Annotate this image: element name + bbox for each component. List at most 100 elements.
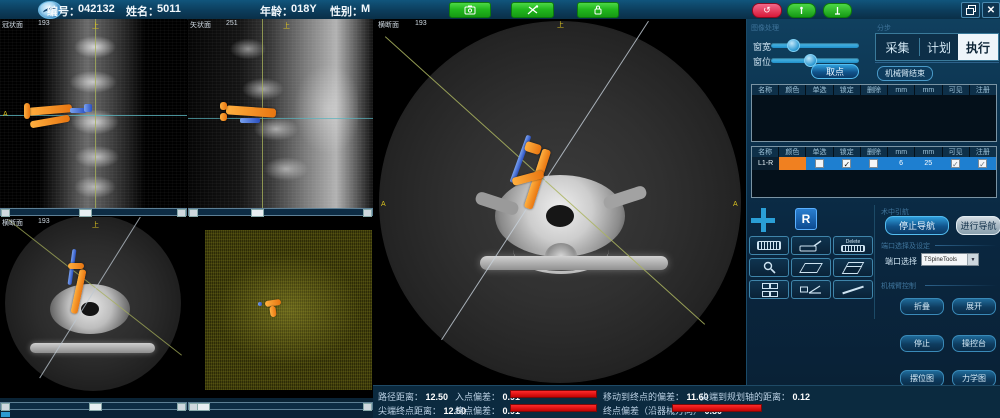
axial-view-panel[interactable]: 横断面 193 上	[0, 217, 187, 398]
scroll-handle[interactable]	[251, 209, 264, 217]
sagittal-slice-scrollbar[interactable]	[188, 208, 373, 216]
reset-view-button[interactable]: R	[795, 208, 817, 230]
dropdown-arrow-icon[interactable]: ▼	[967, 254, 978, 265]
tip-end-distance: 尖端终点距离： 12.50	[378, 404, 466, 417]
screw-delete-cell[interactable]	[860, 157, 887, 170]
window-width-slider[interactable]	[771, 43, 859, 48]
tab-plan[interactable]: 计划	[920, 34, 958, 60]
screwdriver-tool-button[interactable]	[791, 236, 831, 255]
console-button[interactable]: 操控台	[952, 335, 996, 352]
robot-arm-end-button[interactable]: 机械臂结束	[877, 66, 933, 81]
scroll-handle[interactable]	[79, 209, 92, 217]
scroll-right-arrow[interactable]	[363, 209, 372, 217]
visible-checkbox[interactable]: ✓	[951, 159, 960, 168]
scroll-right-arrow[interactable]	[177, 403, 186, 411]
delete-screw-button[interactable]: Delete	[833, 236, 873, 255]
crosshair-tool-button[interactable]	[751, 208, 775, 232]
register-checkbox[interactable]: ✓	[978, 159, 987, 168]
scroll-left-arrow[interactable]	[189, 209, 198, 217]
probe-tool-button[interactable]	[511, 2, 554, 18]
sagittal-noise-overlay	[188, 19, 373, 208]
drr-view-panel[interactable]	[205, 230, 372, 390]
tracker-tool-button[interactable]	[787, 3, 816, 18]
screw-length-cell: 25	[915, 157, 942, 170]
unfold-arm-button[interactable]: 展开	[952, 298, 996, 315]
tab-execute[interactable]: 执行	[958, 34, 998, 60]
axial-slice-scrollbar[interactable]	[0, 402, 187, 410]
screw-color-cell[interactable]	[779, 157, 806, 170]
angle-measure-tool-button[interactable]	[791, 280, 831, 299]
screw-visible-cell[interactable]: ✓	[942, 157, 969, 170]
start-navigation-button[interactable]: 进行导航	[956, 216, 1000, 235]
screw-diameter-cell: 6	[888, 157, 915, 170]
window-mode-button[interactable]	[961, 2, 980, 18]
path-distance-value: 12.50	[426, 392, 449, 402]
window-width-handle[interactable]	[787, 39, 800, 52]
scroll-handle[interactable]	[197, 403, 210, 411]
coronal-view-panel[interactable]: 冠状面 193 上 A	[0, 19, 187, 208]
screw-lock-cell[interactable]: ✓	[833, 157, 860, 170]
tab-acquire[interactable]: 采集	[876, 34, 919, 60]
scroll-left-arrow[interactable]	[1, 403, 10, 411]
delete-icon-label: Delete	[846, 240, 860, 245]
screw-register-cell[interactable]: ✓	[969, 157, 996, 170]
scroll-left-arrow[interactable]	[1, 209, 10, 217]
coronal-probe-tip	[84, 104, 92, 112]
delete-screw-icon	[841, 245, 865, 252]
surgical-navigation-app: 编号： 042132 姓名： 5011 年龄： 018Y 性别： M ↺	[0, 0, 1000, 418]
end-deviation-label: 终点偏差：	[455, 406, 500, 416]
sagittal-up-marker: 上	[283, 21, 290, 31]
fold-arm-button[interactable]: 折叠	[900, 298, 944, 315]
drr-noise	[205, 230, 372, 390]
stop-navigation-label: 停止导航	[899, 219, 935, 232]
coronal-slice-scrollbar[interactable]	[0, 208, 187, 216]
robot-section-label: 机械臂控制	[881, 281, 916, 291]
layout-tool-button[interactable]	[749, 280, 789, 299]
end-deviation-bar	[510, 404, 597, 412]
line-tool-button[interactable]	[833, 280, 873, 299]
sagittal-label: 矢状面	[190, 20, 211, 30]
stop-arm-button[interactable]: 停止	[900, 335, 944, 352]
scroll-right-arrow[interactable]	[363, 403, 372, 411]
tip-axis-distance-value: 0.12	[793, 392, 811, 402]
select-checkbox[interactable]	[815, 159, 824, 168]
multi-plane-tool-button[interactable]	[833, 258, 873, 277]
tip-axis-distance-label: 尖端到规划轴的距离：	[700, 392, 790, 402]
end-deviation-along-tool-bar	[672, 404, 762, 412]
col-delete: 删除	[861, 147, 887, 157]
close-button[interactable]: ✕	[982, 2, 1000, 18]
patient-id-value: 042132	[78, 3, 115, 15]
axial-screw-head	[68, 263, 84, 269]
screw-tool-button[interactable]	[749, 236, 789, 255]
delete-checkbox[interactable]	[869, 159, 878, 168]
zoom-tool-button[interactable]	[749, 258, 789, 277]
main-axial-panel[interactable]: 横断面 193 上 A A	[375, 19, 746, 385]
screw-table-header: 名称 颜色 单选 锁定 删除 mm mm 可见 注册	[752, 147, 996, 157]
scroll-right-arrow[interactable]	[177, 209, 186, 217]
grid-layout-icon	[762, 283, 776, 297]
camera-tool-button[interactable]	[449, 2, 491, 18]
pick-point-button[interactable]: 取点	[811, 64, 859, 79]
lock-checkbox[interactable]: ✓	[842, 159, 851, 168]
plane-tool-button[interactable]	[791, 258, 831, 277]
bottom-left-band	[0, 398, 373, 418]
col-register: 注册	[970, 147, 996, 157]
port-select-dropdown[interactable]: TSpineTools ▼	[921, 253, 979, 266]
stop-navigation-button[interactable]: 停止导航	[885, 216, 949, 235]
camera-icon	[464, 5, 476, 15]
screw-select-cell[interactable]	[806, 157, 833, 170]
magnifier-icon	[763, 261, 776, 274]
crosshair-icon-bar	[751, 218, 775, 223]
reset-pose-button[interactable]: ↺	[752, 3, 782, 18]
corner-accent	[1, 412, 10, 417]
tip-axis-distance: 尖端到规划轴的距离： 0.12	[700, 390, 810, 403]
screw-table-row[interactable]: L1-R ✓ 6 25 ✓ ✓	[752, 157, 996, 170]
sagittal-view-panel[interactable]: 矢状面 251 上	[188, 19, 373, 208]
drr-slice-scrollbar[interactable]	[188, 402, 373, 410]
tabs-underline	[875, 62, 999, 63]
port-section-label: 端口选择及设定	[881, 241, 930, 251]
calibrate-tool-button[interactable]	[823, 3, 852, 18]
lock-tool-button[interactable]	[577, 2, 619, 18]
scroll-handle[interactable]	[89, 403, 102, 411]
title-bar: 编号： 042132 姓名： 5011 年龄： 018Y 性别： M ↺	[0, 0, 1000, 20]
